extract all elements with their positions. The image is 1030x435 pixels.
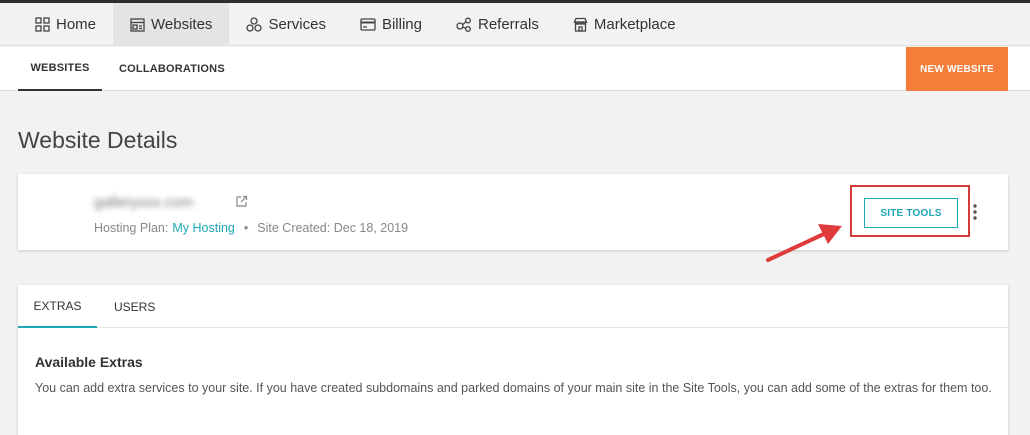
tab-websites-label: WEBSITES bbox=[30, 62, 90, 74]
window-icon bbox=[130, 17, 145, 32]
nav-services[interactable]: Services bbox=[229, 3, 343, 46]
extras-card: EXTRAS USERS Available Extras You can ad… bbox=[18, 285, 1008, 435]
nav-services-label: Services bbox=[268, 16, 326, 33]
nav-billing-label: Billing bbox=[381, 16, 422, 33]
site-tools-button[interactable]: SITE TOOLS bbox=[864, 198, 958, 228]
services-icon bbox=[246, 17, 263, 32]
tab-users-label: USERS bbox=[114, 299, 156, 314]
nav-home[interactable]: Home bbox=[18, 3, 113, 46]
tab-extras-label: EXTRAS bbox=[33, 298, 82, 313]
grid-icon bbox=[35, 17, 50, 32]
hosting-plan-label: Hosting Plan: bbox=[94, 221, 169, 235]
nav-marketplace-label: Marketplace bbox=[593, 16, 676, 33]
tab-collaborations-label: COLLABORATIONS bbox=[119, 63, 225, 75]
external-link-icon[interactable] bbox=[235, 195, 248, 208]
nav-home-label: Home bbox=[56, 16, 97, 33]
extras-description: You can add extra services to your site.… bbox=[35, 381, 992, 395]
nav-marketplace[interactable]: Marketplace bbox=[556, 3, 693, 46]
extras-title: Available Extras bbox=[35, 354, 143, 370]
store-icon bbox=[573, 17, 588, 32]
meta-separator: • bbox=[243, 221, 249, 235]
site-created: Site Created: Dec 18, 2019 bbox=[257, 221, 409, 235]
extras-tabs: EXTRAS USERS bbox=[18, 285, 1008, 328]
main-nav: Home Websites Services Billing Referrals bbox=[0, 3, 1030, 46]
tab-users[interactable]: USERS bbox=[114, 285, 155, 328]
nav-websites-label: Websites bbox=[151, 16, 213, 33]
more-options-icon[interactable] bbox=[972, 203, 978, 221]
hosting-plan-link[interactable]: My Hosting bbox=[172, 221, 235, 235]
nav-referrals[interactable]: Referrals bbox=[439, 3, 556, 46]
sub-nav: WEBSITES COLLABORATIONS NEW WEBSITE bbox=[0, 47, 1030, 91]
site-card: galleryxxx.com Hosting Plan: My Hosting … bbox=[18, 174, 1008, 250]
share-icon bbox=[456, 17, 471, 32]
credit-card-icon bbox=[360, 18, 376, 31]
nav-referrals-label: Referrals bbox=[478, 16, 539, 33]
site-meta: Hosting Plan: My Hosting • Site Created:… bbox=[94, 221, 408, 235]
tab-websites[interactable]: WEBSITES bbox=[18, 47, 102, 91]
tab-extras[interactable]: EXTRAS bbox=[18, 285, 97, 328]
new-website-button[interactable]: NEW WEBSITE bbox=[906, 47, 1008, 91]
annotation-arrow-icon bbox=[766, 224, 842, 262]
nav-billing[interactable]: Billing bbox=[343, 3, 439, 46]
tab-collaborations[interactable]: COLLABORATIONS bbox=[119, 47, 225, 91]
site-domain[interactable]: galleryxxx.com bbox=[94, 194, 193, 211]
nav-websites[interactable]: Websites bbox=[113, 3, 230, 46]
page-title: Website Details bbox=[18, 127, 178, 153]
